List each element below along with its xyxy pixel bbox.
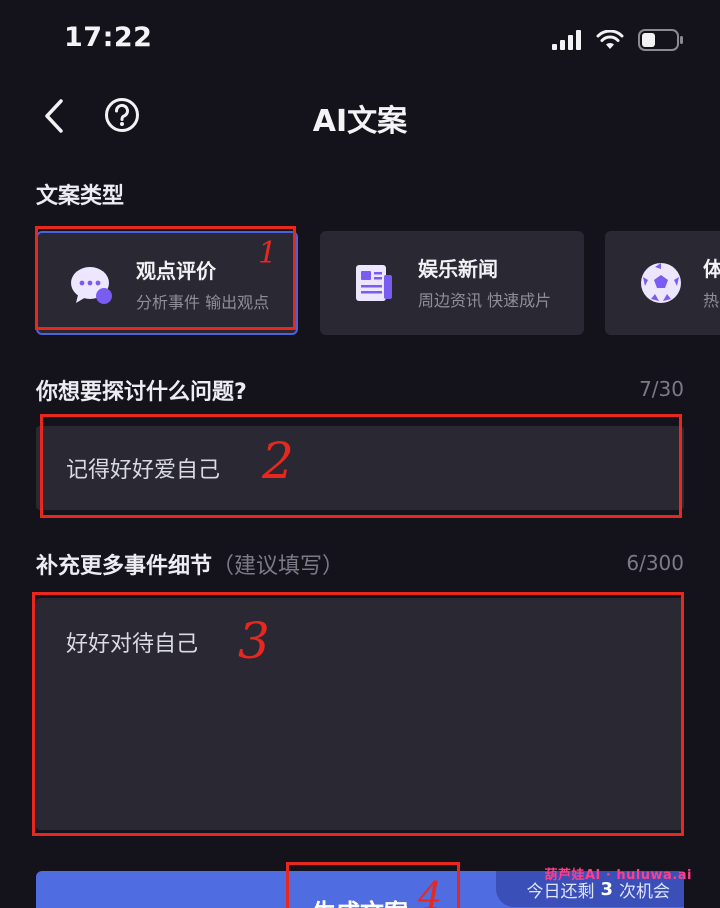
details-textarea[interactable]: 好好对待自己 [36,598,684,830]
details-hint: （建议填写） [212,554,345,579]
copy-type-card-sports[interactable]: 体 热 [605,231,720,335]
newspaper-icon [356,265,392,301]
card-subtitle: 分析事件 输出观点 [136,293,270,312]
card-subtitle: 周边资讯 快速成片 [418,291,552,310]
card-title: 娱乐新闻 [418,257,498,281]
topic-input-value: 记得好好爱自己 [66,458,221,483]
topic-input[interactable]: 记得好好爱自己 [36,426,684,510]
details-counter: 6/300 [626,551,684,575]
card-subtitle: 热 [703,291,720,310]
details-label: 补充更多事件细节（建议填写） [36,548,344,580]
status-icons [552,26,684,54]
copy-type-card-entertainment[interactable]: 娱乐新闻 周边资讯 快速成片 [320,231,584,335]
card-title: 观点评价 [136,259,216,283]
signal-icon [552,30,581,50]
copy-type-card-opinion[interactable]: 观点评价 分析事件 输出观点 [36,231,298,335]
ai-copy-screen: 17:22 AI文案 文案类型 观点评价 分析事件 输出观点 娱乐新闻 周边资讯… [0,0,720,908]
battery-icon [638,29,683,51]
card-title: 体 [703,257,720,281]
page-title: AI文案 [312,104,408,139]
details-label-text: 补充更多事件细节 [36,554,213,579]
status-time: 17:22 [64,22,153,53]
details-textarea-value: 好好对待自己 [66,632,199,657]
topic-counter: 7/30 [639,377,684,401]
copy-type-label: 文案类型 [36,184,125,209]
watermark: 葫芦娃AI · huluwa.ai [544,868,692,883]
wifi-icon [596,30,624,49]
topic-label: 你想要探讨什么问题? [36,380,247,405]
soccer-ball-icon [641,263,681,303]
chat-bubble-icon [71,267,112,304]
